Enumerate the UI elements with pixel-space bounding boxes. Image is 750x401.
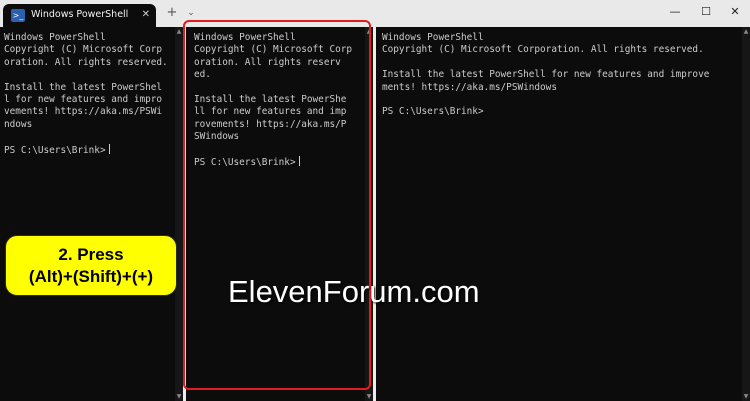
instruction-callout: 2. Press (Alt)+(Shift)+(+) xyxy=(5,235,177,296)
tab-close-icon[interactable]: ✕ xyxy=(142,8,150,22)
tab-windows-powershell[interactable]: >_ Windows PowerShell ✕ xyxy=(3,4,156,27)
terminal-pane-right[interactable]: Windows PowerShell Copyright (C) Microso… xyxy=(376,27,742,401)
callout-line-1: 2. Press xyxy=(58,244,124,264)
scrollbar-left[interactable]: ▲ ▼ xyxy=(175,27,183,401)
minimize-button[interactable]: — xyxy=(660,2,690,22)
scrollbar-right[interactable]: ▲ ▼ xyxy=(742,27,750,401)
callout-line-2: (Alt)+(Shift)+(+) xyxy=(28,266,154,286)
text-cursor xyxy=(108,143,110,154)
maximize-button[interactable]: ☐ xyxy=(691,2,721,22)
scroll-up-icon[interactable]: ▲ xyxy=(742,28,750,35)
title-bar: >_ Windows PowerShell ✕ + ⌄ — ☐ ✕ xyxy=(0,0,750,27)
tab-title: Windows PowerShell xyxy=(31,9,129,20)
terminal-output-right: Windows PowerShell Copyright (C) Microso… xyxy=(382,32,710,118)
new-tab-button[interactable]: + xyxy=(164,5,180,21)
scroll-down-icon[interactable]: ▼ xyxy=(365,393,373,400)
scroll-down-icon[interactable]: ▼ xyxy=(742,393,750,400)
scroll-down-icon[interactable]: ▼ xyxy=(175,393,183,400)
close-window-button[interactable]: ✕ xyxy=(720,2,750,22)
scroll-up-icon[interactable]: ▲ xyxy=(175,28,183,35)
powershell-icon: >_ xyxy=(11,9,25,22)
chevron-down-icon[interactable]: ⌄ xyxy=(184,5,198,21)
terminal-output-left: Windows PowerShell Copyright (C) Microso… xyxy=(4,32,168,156)
pane-highlight-box xyxy=(183,20,371,390)
watermark: ElevenForum.com xyxy=(228,274,480,309)
terminal-pane-left[interactable]: Windows PowerShell Copyright (C) Microso… xyxy=(0,27,175,401)
